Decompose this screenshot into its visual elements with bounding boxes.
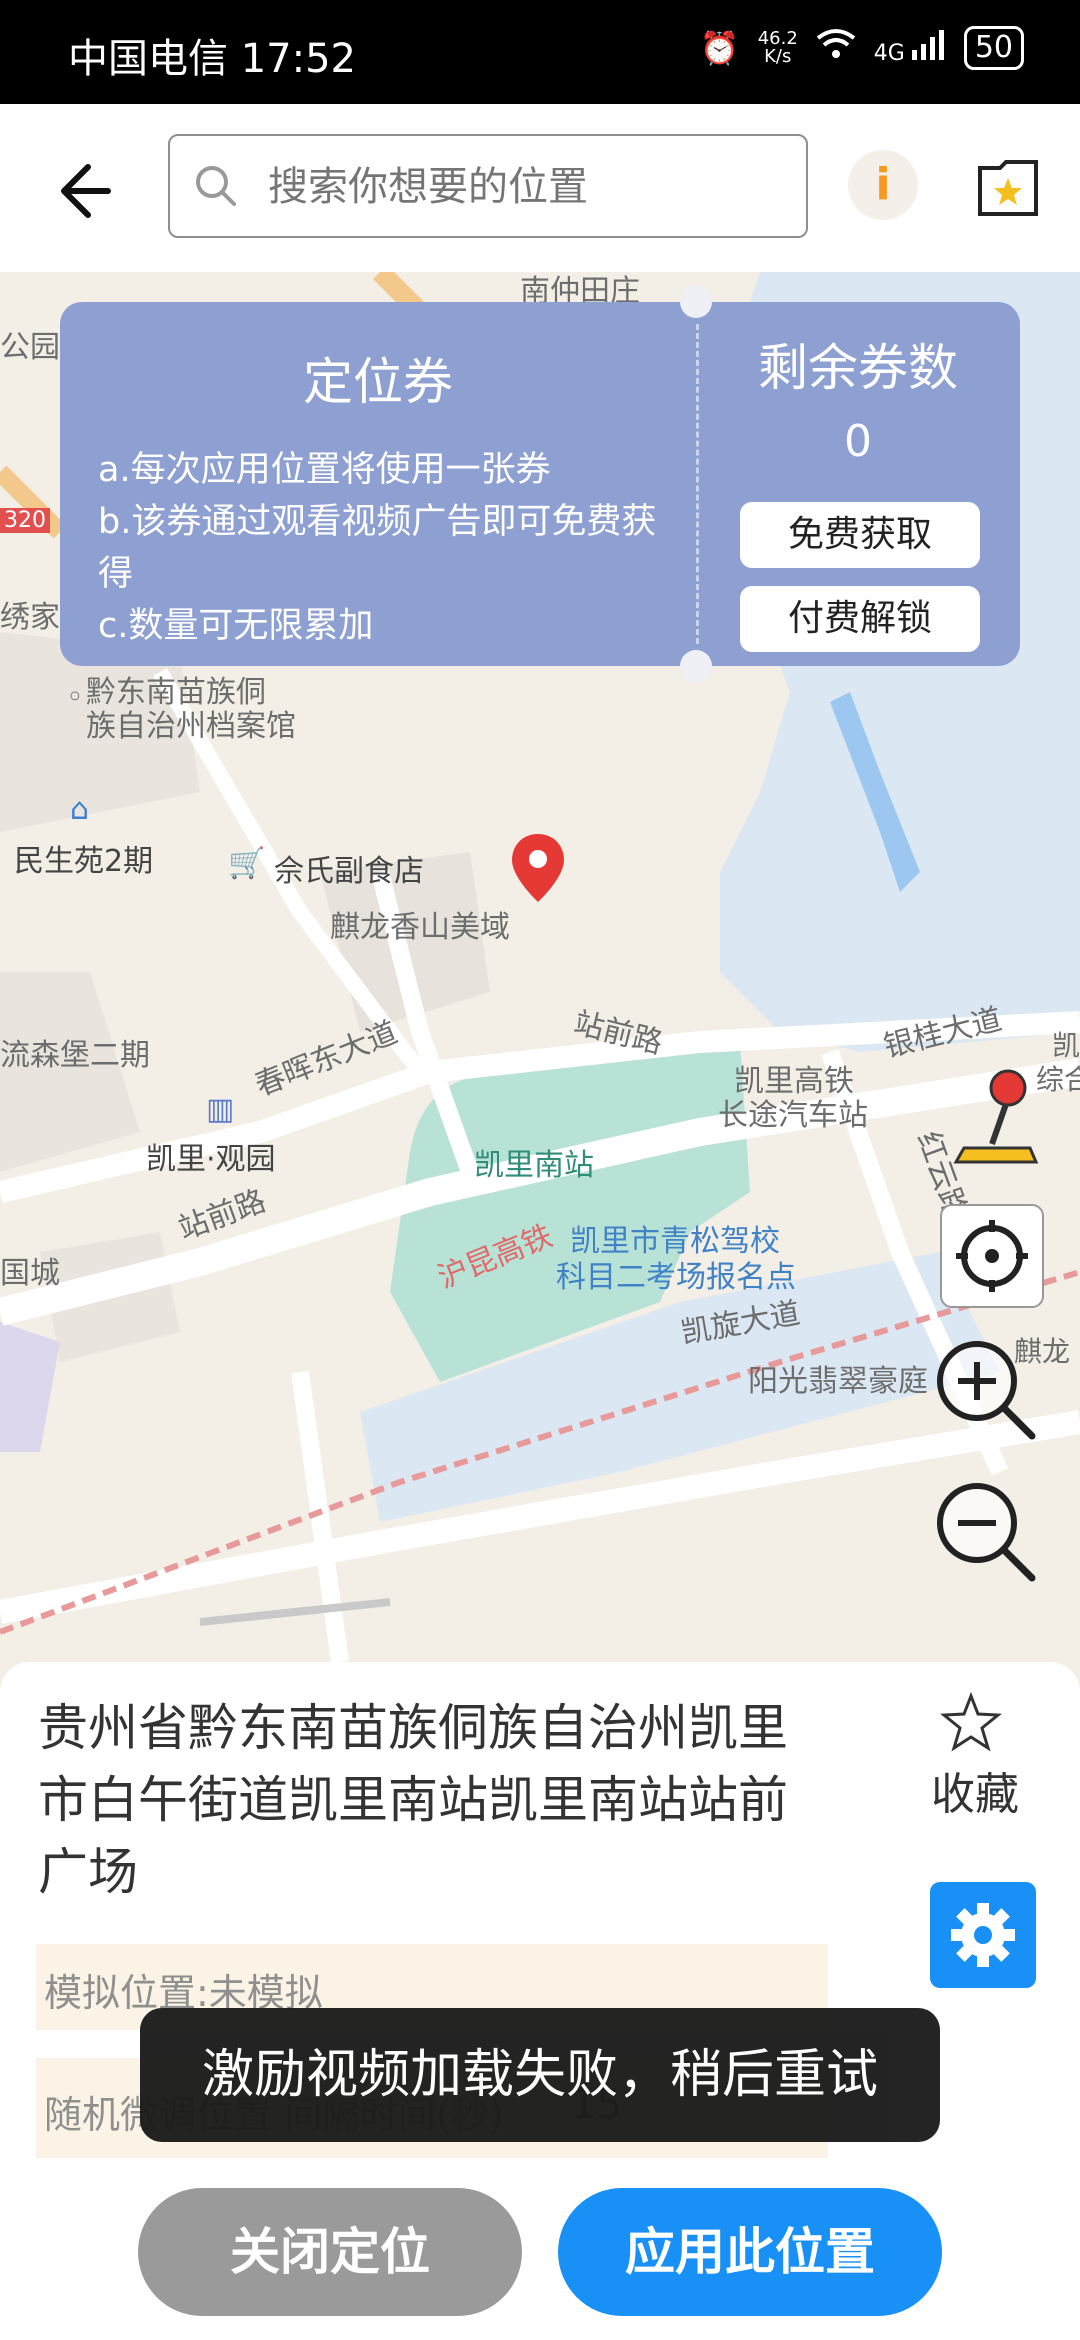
map-label-archive: 黔东南苗族侗 族自治州档案馆: [86, 675, 296, 744]
battery-indicator: 50: [963, 26, 1024, 70]
close-location-button[interactable]: 关闭定位: [138, 2188, 522, 2316]
location-detail-panel: 贵州省黔东南苗族侗族自治州凯里市白午街道凯里南站凯里南站站前广场 收藏 模拟位置…: [0, 1662, 1080, 2340]
remaining-label: 剩余券数: [758, 339, 958, 397]
search-box[interactable]: [168, 134, 808, 238]
building-poi-icon: ▥: [206, 1092, 235, 1127]
remaining-count: 0: [844, 416, 872, 467]
zoom-in-button[interactable]: [932, 1336, 1042, 1450]
zoom-out-icon: [937, 1483, 1036, 1582]
map-label-driving-school-2: 科目二考场报名点: [556, 1260, 796, 1295]
map-label-kaili-south: 凯里南站: [474, 1148, 594, 1183]
map-label-right-edge-2: 综合: [1036, 1063, 1080, 1096]
home-poi-icon: ⌂: [70, 792, 90, 827]
crosshair-icon: [956, 1220, 1028, 1292]
signal-icon: 4G: [874, 30, 946, 66]
map-label-xiujia: 绣家: [0, 600, 60, 635]
status-bar: 中国电信 17:52 ⏰ 46.2 K/s 4G 50: [0, 0, 1080, 104]
search-input[interactable]: [266, 156, 790, 218]
map-label-yushi: 佘氏副食店: [274, 854, 424, 889]
locate-me-button[interactable]: [940, 1204, 1044, 1308]
star-folder-icon: [978, 160, 1038, 216]
paid-unlock-button[interactable]: 付费解锁: [740, 586, 980, 652]
map-label-kaili-bus-2: 长途汽车站: [718, 1098, 868, 1133]
map-label-yangguang: 阳光翡翠豪庭: [748, 1364, 928, 1399]
wifi-icon: [816, 28, 856, 68]
apply-location-button[interactable]: 应用此位置: [558, 2188, 942, 2316]
coupon-title: 定位券: [303, 353, 453, 411]
free-get-button[interactable]: 免费获取: [740, 502, 980, 568]
status-icons: ⏰ 46.2 K/s 4G 50: [700, 26, 1024, 70]
settings-button[interactable]: [930, 1882, 1036, 1988]
gear-icon: [951, 1903, 1015, 1967]
favorite-label[interactable]: 收藏: [900, 1758, 1050, 1822]
location-pin-icon: [512, 834, 564, 902]
road-badge: 320: [0, 508, 50, 533]
back-arrow-icon: [61, 164, 111, 218]
coupon-rule-b: b.该券通过观看视频广告即可免费获得: [98, 502, 657, 594]
coupon-rule-c: c.数量可无限累加: [98, 606, 374, 646]
poi-icon: ◦: [66, 680, 84, 715]
back-button[interactable]: [48, 156, 118, 226]
favorites-folder-button[interactable]: [976, 158, 1040, 222]
carrier-time: 中国电信 17:52: [68, 36, 356, 82]
joystick-icon: [953, 1069, 1039, 1164]
search-icon: [196, 166, 236, 206]
zoom-in-icon: [937, 1341, 1036, 1440]
map-label-liusen: 流森堡二期: [0, 1038, 150, 1073]
star-icon: [940, 1691, 1002, 1752]
top-bar: i: [0, 104, 1080, 272]
map-label-gongyuan: 公园: [0, 330, 60, 365]
map-label-minsheng: 民生苑2期: [14, 844, 154, 879]
map-label-guocheng: 国城: [0, 1256, 60, 1291]
info-button[interactable]: i: [848, 150, 918, 220]
toast-message: 激励视频加载失败，稍后重试: [140, 2008, 940, 2142]
map-label-kaili-guanyuan: 凯里·观园: [146, 1142, 276, 1177]
coupon-notch-bottom: [680, 650, 712, 682]
joystick-button[interactable]: [950, 1068, 1040, 1172]
shop-poi-icon: 🛒: [228, 846, 266, 881]
zoom-out-button[interactable]: [932, 1478, 1042, 1592]
map-label-qilong: 麒龙香山美域: [330, 910, 510, 945]
coupon-rule-a: a.每次应用位置将使用一张券: [98, 450, 551, 490]
location-coupon-card: 定位券 a.每次应用位置将使用一张券 b.该券通过观看视频广告即可免费获得 c.…: [60, 286, 1020, 682]
coupon-notch-top: [680, 286, 712, 318]
alarm-icon: ⏰: [699, 29, 740, 67]
net-speed: 46.2 K/s: [757, 28, 798, 67]
favorite-button[interactable]: [940, 1691, 1002, 1756]
address-text: 贵州省黔东南苗族侗族自治州凯里市白午街道凯里南站凯里南站站前广场: [38, 1699, 788, 1901]
